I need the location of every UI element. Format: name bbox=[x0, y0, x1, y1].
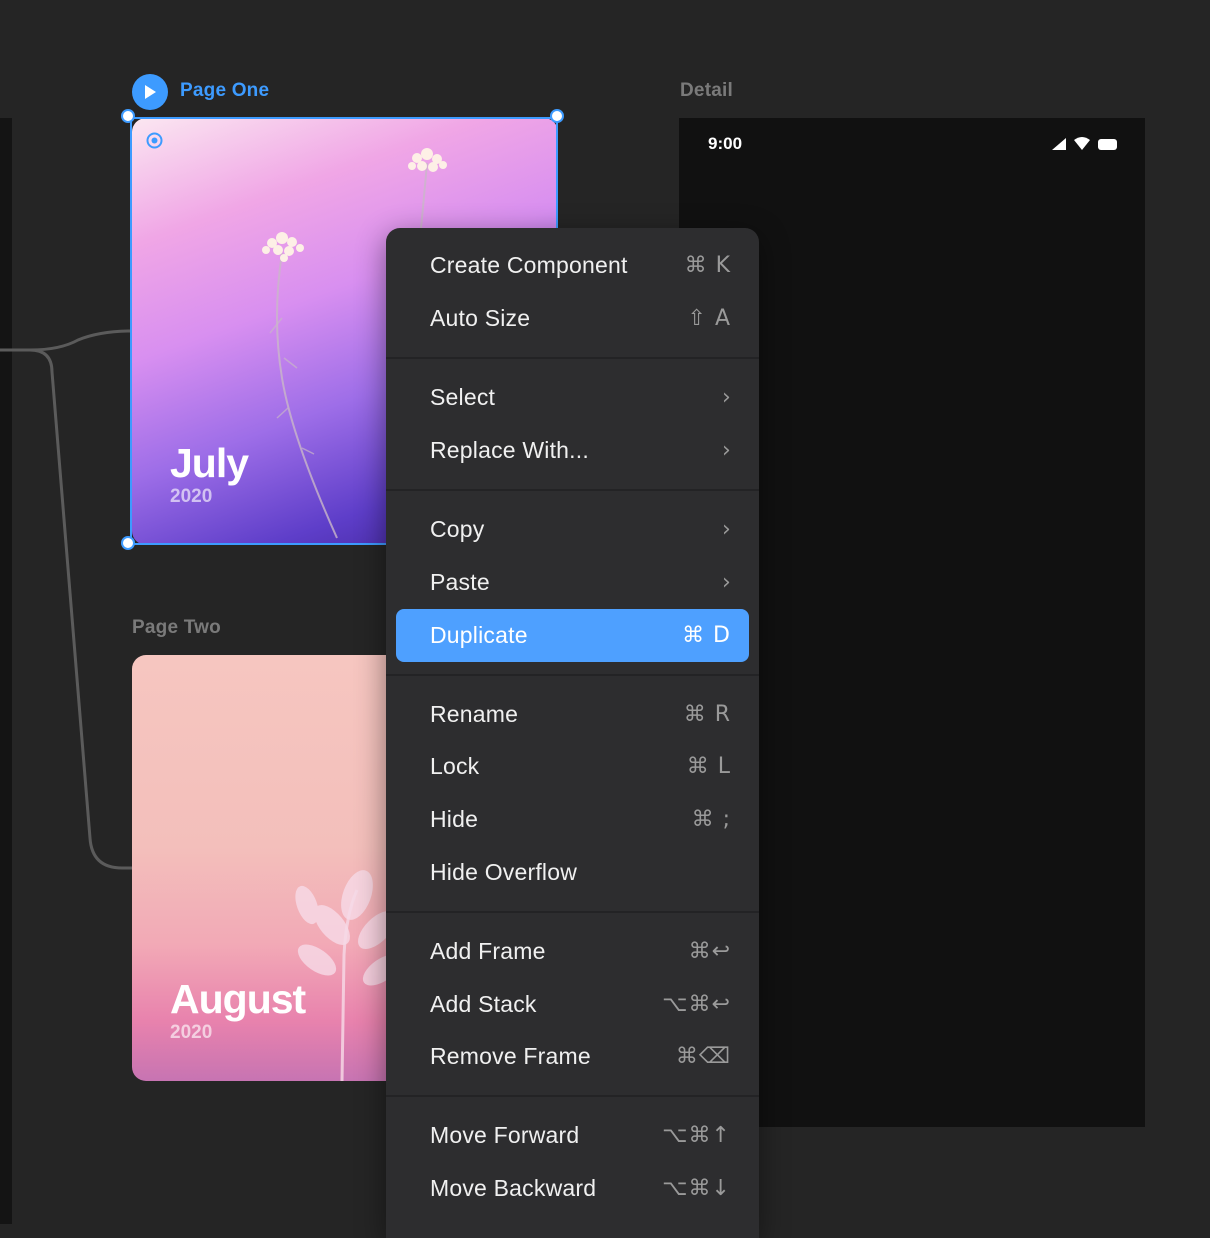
menu-item-shortcut: ⌘↩ bbox=[688, 939, 731, 964]
menu-separator bbox=[386, 674, 759, 676]
wifi-icon bbox=[1074, 137, 1090, 150]
menu-item-replace-with[interactable]: Replace With... › bbox=[396, 424, 749, 477]
menu-item-label: Rename bbox=[430, 701, 519, 727]
menu-item-label: Duplicate bbox=[430, 622, 528, 648]
menu-item-shortcut: ⌘ R bbox=[683, 702, 731, 727]
menu-item-label: Replace With... bbox=[430, 437, 589, 463]
menu-item-label: Hide Overflow bbox=[430, 859, 578, 885]
play-icon bbox=[145, 85, 156, 99]
menu-item-shortcut: ⌘ ; bbox=[691, 807, 731, 832]
menu-item-move-backward[interactable]: Move Backward ⌥⌘↓ bbox=[396, 1162, 749, 1215]
menu-item-move-forward[interactable]: Move Forward ⌥⌘↑ bbox=[396, 1109, 749, 1162]
status-bar-icons bbox=[1052, 137, 1117, 150]
chevron-right-icon: › bbox=[722, 438, 731, 463]
battery-icon bbox=[1098, 139, 1117, 150]
menu-item-create-component[interactable]: Create Component ⌘ K bbox=[396, 239, 749, 292]
menu-item-shortcut: ⌥⌘↑ bbox=[662, 1123, 731, 1148]
menu-item-add-stack[interactable]: Add Stack ⌥⌘↩ bbox=[396, 978, 749, 1031]
menu-item-label: Move Backward bbox=[430, 1175, 597, 1201]
menu-item-shortcut: ⌥⌘↩ bbox=[662, 992, 731, 1017]
menu-item-label: Auto Size bbox=[430, 305, 531, 331]
target-icon[interactable] bbox=[146, 132, 163, 149]
menu-separator bbox=[386, 911, 759, 913]
menu-item-lock[interactable]: Lock ⌘ L bbox=[396, 740, 749, 793]
chevron-right-icon: › bbox=[722, 570, 731, 595]
menu-separator bbox=[386, 1095, 759, 1097]
preview-play-button[interactable] bbox=[132, 74, 168, 110]
menu-item-label: Copy bbox=[430, 516, 485, 542]
menu-item-duplicate[interactable]: Duplicate ⌘ D bbox=[396, 609, 749, 662]
card-year: 2020 bbox=[170, 486, 213, 507]
menu-item-auto-size[interactable]: Auto Size ⇧ A bbox=[396, 292, 749, 345]
menu-item-shortcut: ⌘ D bbox=[682, 623, 731, 648]
menu-item-shortcut: ⌘ L bbox=[686, 754, 731, 779]
offscreen-frame-edge bbox=[0, 118, 12, 1224]
signal-icon bbox=[1052, 138, 1066, 150]
menu-item-hide-overflow[interactable]: Hide Overflow bbox=[396, 846, 749, 899]
chevron-right-icon: › bbox=[722, 517, 731, 542]
menu-item-copy[interactable]: Copy › bbox=[396, 503, 749, 556]
resize-handle-bottom-left[interactable] bbox=[121, 536, 135, 550]
menu-item-shortcut: ⇧ A bbox=[687, 306, 731, 331]
menu-item-shortcut: ⌘⌫ bbox=[675, 1044, 731, 1069]
card-year: 2020 bbox=[170, 1022, 213, 1043]
resize-handle-top-left[interactable] bbox=[121, 109, 135, 123]
frame-label-page-two[interactable]: Page Two bbox=[132, 617, 221, 639]
menu-item-hide[interactable]: Hide ⌘ ; bbox=[396, 793, 749, 846]
chevron-right-icon: › bbox=[722, 385, 731, 410]
frame-label-page-one[interactable]: Page One bbox=[180, 80, 269, 102]
menu-separator bbox=[386, 357, 759, 359]
menu-item-label: Add Stack bbox=[430, 991, 537, 1017]
menu-item-label: Create Component bbox=[430, 252, 628, 278]
menu-item-paste[interactable]: Paste › bbox=[396, 556, 749, 609]
menu-item-shortcut: ⌘ K bbox=[684, 253, 731, 278]
menu-item-label: Paste bbox=[430, 569, 490, 595]
card-title: August bbox=[170, 976, 306, 1022]
resize-handle-top-right[interactable] bbox=[550, 109, 564, 123]
frame-label-detail[interactable]: Detail bbox=[680, 80, 733, 102]
menu-item-label: Lock bbox=[430, 753, 480, 779]
menu-item-add-frame[interactable]: Add Frame ⌘↩ bbox=[396, 925, 749, 978]
menu-item-label: Add Frame bbox=[430, 938, 546, 964]
menu-item-shortcut: ⌥⌘↓ bbox=[662, 1176, 731, 1201]
menu-item-select[interactable]: Select › bbox=[396, 371, 749, 424]
menu-item-label: Select bbox=[430, 384, 496, 410]
menu-item-label: Move Forward bbox=[430, 1122, 580, 1148]
menu-item-label: Hide bbox=[430, 806, 479, 832]
menu-item-rename[interactable]: Rename ⌘ R bbox=[396, 688, 749, 741]
status-bar-time: 9:00 bbox=[708, 134, 743, 153]
context-menu: Create Component ⌘ K Auto Size ⇧ A Select › Re… bbox=[386, 228, 759, 1238]
card-title: July bbox=[170, 440, 249, 486]
menu-separator bbox=[386, 489, 759, 491]
menu-item-label: Remove Frame bbox=[430, 1043, 591, 1069]
menu-item-remove-frame[interactable]: Remove Frame ⌘⌫ bbox=[396, 1030, 749, 1083]
